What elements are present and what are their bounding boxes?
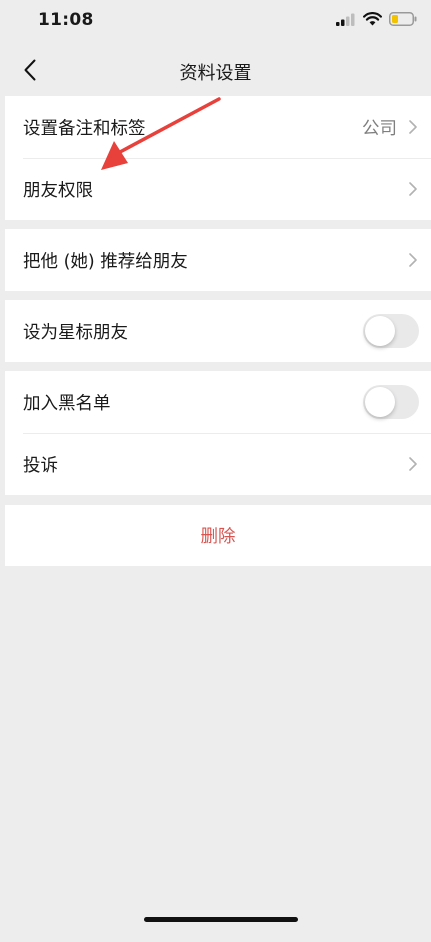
signal-icon	[336, 13, 355, 26]
chevron-right-icon	[409, 253, 417, 267]
chevron-right-icon	[409, 120, 417, 134]
row-label: 加入黑名单	[23, 393, 111, 414]
battery-icon	[389, 12, 417, 26]
status-time: 11:08	[38, 10, 94, 30]
toggle-knob	[365, 316, 395, 346]
status-bar: 11:08	[0, 0, 431, 44]
row-friend-permissions[interactable]: 朋友权限	[5, 158, 431, 220]
page-title: 资料设置	[179, 63, 252, 84]
row-label: 朋友权限	[23, 180, 93, 201]
home-indicator	[144, 917, 298, 922]
row-set-remarks-tags[interactable]: 设置备注和标签 公司	[5, 96, 431, 158]
toggle-knob	[365, 387, 395, 417]
row-recommend-to-friend[interactable]: 把他 (她) 推荐给朋友	[5, 229, 431, 291]
nav-bar: 资料设置	[0, 44, 431, 96]
row-star-friend: 设为星标朋友	[5, 300, 431, 362]
star-friend-toggle[interactable]	[363, 314, 419, 348]
chevron-right-icon	[409, 182, 417, 196]
wifi-icon	[363, 12, 382, 26]
settings-group-recommend: 把他 (她) 推荐给朋友	[5, 229, 431, 291]
chevron-right-icon	[409, 457, 417, 471]
settings-group-remarks: 设置备注和标签 公司 朋友权限	[5, 96, 431, 220]
row-label: 把他 (她) 推荐给朋友	[23, 251, 188, 272]
row-value: 公司	[362, 118, 397, 139]
row-label: 设置备注和标签	[23, 118, 146, 139]
row-label: 设为星标朋友	[23, 322, 128, 343]
status-icons	[336, 12, 417, 26]
delete-button[interactable]: 删除	[5, 505, 431, 566]
row-complaint[interactable]: 投诉	[5, 433, 431, 495]
row-add-to-blacklist: 加入黑名单	[5, 371, 431, 433]
blacklist-toggle[interactable]	[363, 385, 419, 419]
settings-group-block: 加入黑名单 投诉	[5, 371, 431, 495]
row-label: 投诉	[23, 455, 58, 476]
settings-group-star: 设为星标朋友	[5, 300, 431, 362]
